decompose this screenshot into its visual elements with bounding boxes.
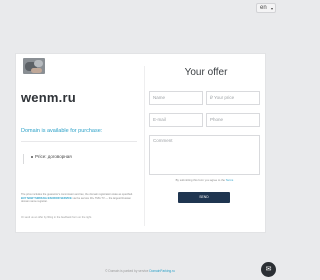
divider	[21, 141, 137, 142]
language-label: en	[260, 5, 267, 11]
agree-text: By submitting this form you agree to the	[175, 178, 225, 182]
footer-text: © Domain is parked by service	[105, 269, 149, 273]
footer: © Domain is parked by service DomainPark…	[0, 269, 280, 273]
column-divider	[144, 66, 145, 226]
bullet-icon	[31, 156, 33, 158]
price-field[interactable]: ₽ Your price	[206, 91, 260, 105]
phone-field[interactable]: Phone	[206, 113, 260, 127]
price-text: Price: договорная	[35, 154, 72, 159]
price-block: Price: договорная	[23, 154, 133, 164]
comment-field[interactable]: Comment	[149, 135, 260, 175]
email-field[interactable]: E-mail	[149, 113, 203, 127]
offer-note: Or send us an offer by filling in the fe…	[21, 216, 92, 219]
purchase-note: The price includes the guarantor's commi…	[21, 193, 133, 204]
terms-agreement: By submitting this form you agree to the…	[149, 178, 260, 182]
domain-name: wenm.ru	[21, 90, 76, 105]
chat-icon[interactable]: ✉	[261, 262, 276, 277]
language-selector[interactable]: en ▾	[256, 3, 276, 13]
footer-link[interactable]: DomainParking.ru	[149, 269, 175, 273]
site-logo	[23, 58, 45, 74]
note-line1: The price includes the guarantor's commi…	[21, 193, 133, 196]
chevron-down-icon: ▾	[270, 6, 273, 11]
availability-text: Domain is available for purchase:	[21, 128, 103, 134]
offer-title: Your offer	[184, 67, 228, 78]
domain-card: wenm.ru Domain is available for purchase…	[15, 53, 266, 233]
terms-link[interactable]: Terms	[226, 178, 234, 182]
send-button[interactable]: SEND	[178, 192, 230, 203]
name-field[interactable]: Name	[149, 91, 203, 105]
